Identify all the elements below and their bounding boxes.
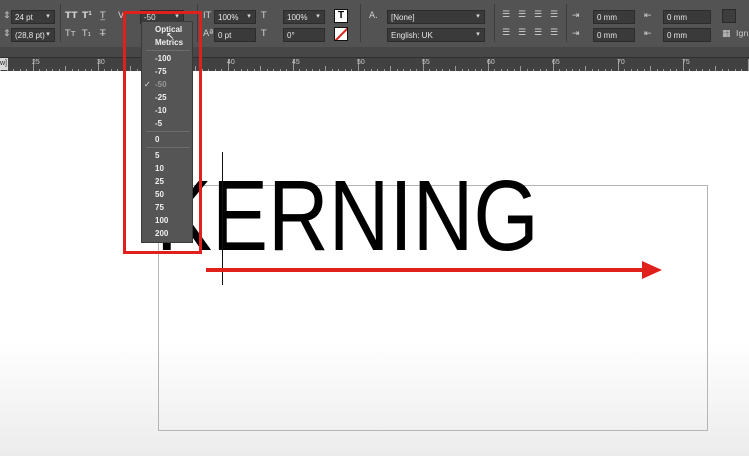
- ignore-label: Ign: [736, 29, 749, 38]
- all-caps-icon[interactable]: TT: [65, 10, 78, 22]
- control-panel: ⇕ 24 pt ▾ TT T¹ T̲ V -50 ▾ IT 100% ▾ T 100%…: [0, 0, 749, 47]
- ruler-label: 75: [682, 59, 690, 66]
- kerning-headline[interactable]: KERNING: [156, 166, 539, 266]
- chevron-down-icon[interactable]: ▾: [473, 29, 483, 41]
- chevron-down-icon[interactable]: ▾: [43, 29, 53, 41]
- highlight-box: [123, 11, 202, 254]
- ruler-label: 50: [357, 59, 365, 66]
- divider: [60, 4, 61, 42]
- ruler-label: 40: [227, 59, 235, 66]
- first-line-indent-icon: ⇥: [572, 29, 580, 39]
- vertical-scale-icon: IT: [203, 11, 212, 21]
- leading-field[interactable]: (28,8 pt) ▾: [11, 28, 55, 42]
- fill-icon[interactable]: T: [334, 9, 348, 23]
- ignore-icon: ▦: [722, 29, 731, 39]
- divider: [566, 4, 567, 42]
- baseline-shift-icon: Aª: [203, 29, 214, 39]
- small-caps-icon[interactable]: Tт: [65, 28, 76, 40]
- justify-last-left-icon[interactable]: ☰: [534, 27, 542, 39]
- char-style-field[interactable]: [None] ▾: [387, 10, 485, 24]
- ruler-label: 70: [617, 59, 625, 66]
- language-field[interactable]: English: UK ▾: [387, 28, 485, 42]
- right-indent-field[interactable]: 0 mm: [663, 10, 711, 24]
- chevron-down-icon[interactable]: ▾: [244, 11, 254, 23]
- skew-icon: T: [261, 29, 267, 39]
- grid-icon[interactable]: [722, 9, 736, 23]
- left-indent-icon: ⇥: [572, 11, 580, 21]
- subscript-icon[interactable]: T₁: [82, 28, 91, 40]
- align-right-icon[interactable]: ☰: [534, 9, 542, 21]
- right-indent-icon: ⇤: [644, 11, 652, 21]
- align-toward-spine-icon[interactable]: ☰: [502, 27, 510, 39]
- ruler-label: 65: [552, 59, 560, 66]
- ruler-label: 30: [97, 59, 105, 66]
- justify-all-icon[interactable]: ☰: [550, 27, 558, 39]
- horizontal-ruler[interactable]: 2530354045505560657075: [0, 57, 749, 72]
- last-line-indent-field[interactable]: 0 mm: [663, 28, 711, 42]
- ruler-label: 45: [292, 59, 300, 66]
- font-size-icon: ⇕: [3, 11, 11, 21]
- chevron-down-icon[interactable]: ▾: [473, 11, 483, 23]
- skew-field[interactable]: 0°: [283, 28, 325, 42]
- horizontal-scale-icon: T: [261, 11, 267, 21]
- red-arrow-head: [642, 261, 662, 279]
- document-tab[interactable]: w]: [0, 58, 8, 70]
- font-size-field[interactable]: 24 pt ▾: [11, 10, 55, 24]
- mouse-pointer-icon: ↖: [166, 31, 175, 42]
- red-arrow-shaft: [206, 268, 646, 272]
- panel-gap: [0, 47, 749, 57]
- left-indent-field[interactable]: 0 mm: [593, 10, 635, 24]
- text-cursor: [222, 152, 223, 285]
- justify-icon[interactable]: ☰: [550, 9, 558, 21]
- first-line-indent-field[interactable]: 0 mm: [593, 28, 635, 42]
- baseline-shift-field[interactable]: 0 pt: [214, 28, 256, 42]
- ruler-label: 25: [32, 59, 40, 66]
- underline-icon[interactable]: T̲: [100, 10, 106, 22]
- stroke-icon[interactable]: [334, 27, 348, 41]
- divider: [494, 4, 495, 42]
- horizontal-scale-field[interactable]: 100% ▾: [283, 10, 325, 24]
- chevron-down-icon[interactable]: ▾: [313, 11, 323, 23]
- superscript-icon[interactable]: T¹: [82, 10, 92, 22]
- last-line-indent-icon: ⇤: [644, 29, 652, 39]
- char-style-icon: A.: [369, 11, 378, 21]
- strikethrough-icon[interactable]: T̶: [100, 28, 106, 40]
- leading-icon: ⇕: [3, 29, 11, 39]
- align-center-icon[interactable]: ☰: [518, 9, 526, 21]
- vertical-scale-field[interactable]: 100% ▾: [214, 10, 256, 24]
- ruler-label: 55: [422, 59, 430, 66]
- ruler-label: 60: [487, 59, 495, 66]
- divider: [360, 4, 361, 42]
- align-away-spine-icon[interactable]: ☰: [518, 27, 526, 39]
- align-left-icon[interactable]: ☰: [502, 9, 510, 21]
- chevron-down-icon[interactable]: ▾: [43, 11, 53, 23]
